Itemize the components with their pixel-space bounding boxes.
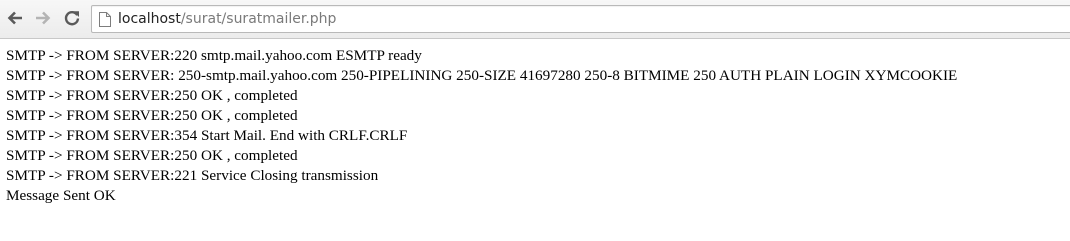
url-text: localhost/surat/suratmailer.php <box>118 11 336 27</box>
address-bar[interactable]: localhost/surat/suratmailer.php <box>91 5 1070 33</box>
smtp-log-line: SMTP -> FROM SERVER:250 OK , completed <box>6 107 298 124</box>
back-button[interactable] <box>4 7 26 29</box>
status-message: Message Sent OK <box>6 187 116 204</box>
smtp-log-line: SMTP -> FROM SERVER:250 OK , completed <box>6 147 298 164</box>
forward-arrow-icon <box>36 11 51 25</box>
smtp-log-line: SMTP -> FROM SERVER:250 OK , completed <box>6 87 298 104</box>
url-host: localhost <box>118 11 181 27</box>
reload-icon <box>64 11 80 26</box>
smtp-log-line: SMTP -> FROM SERVER:220 smtp.mail.yahoo.… <box>6 47 422 64</box>
smtp-log-line: SMTP -> FROM SERVER:221 Service Closing … <box>6 167 379 184</box>
reload-button[interactable] <box>61 7 83 29</box>
smtp-log-line: SMTP -> FROM SERVER:354 Start Mail. End … <box>6 127 408 144</box>
url-path: /surat/suratmailer.php <box>180 11 337 27</box>
back-arrow-icon <box>7 11 22 25</box>
page-content: SMTP -> FROM SERVER:220 smtp.mail.yahoo.… <box>6 46 957 206</box>
browser-toolbar: localhost/surat/suratmailer.php <box>0 0 1070 39</box>
forward-button[interactable] <box>32 7 54 29</box>
page-icon <box>99 12 111 27</box>
smtp-log-line: SMTP -> FROM SERVER: 250-smtp.mail.yahoo… <box>6 67 958 84</box>
